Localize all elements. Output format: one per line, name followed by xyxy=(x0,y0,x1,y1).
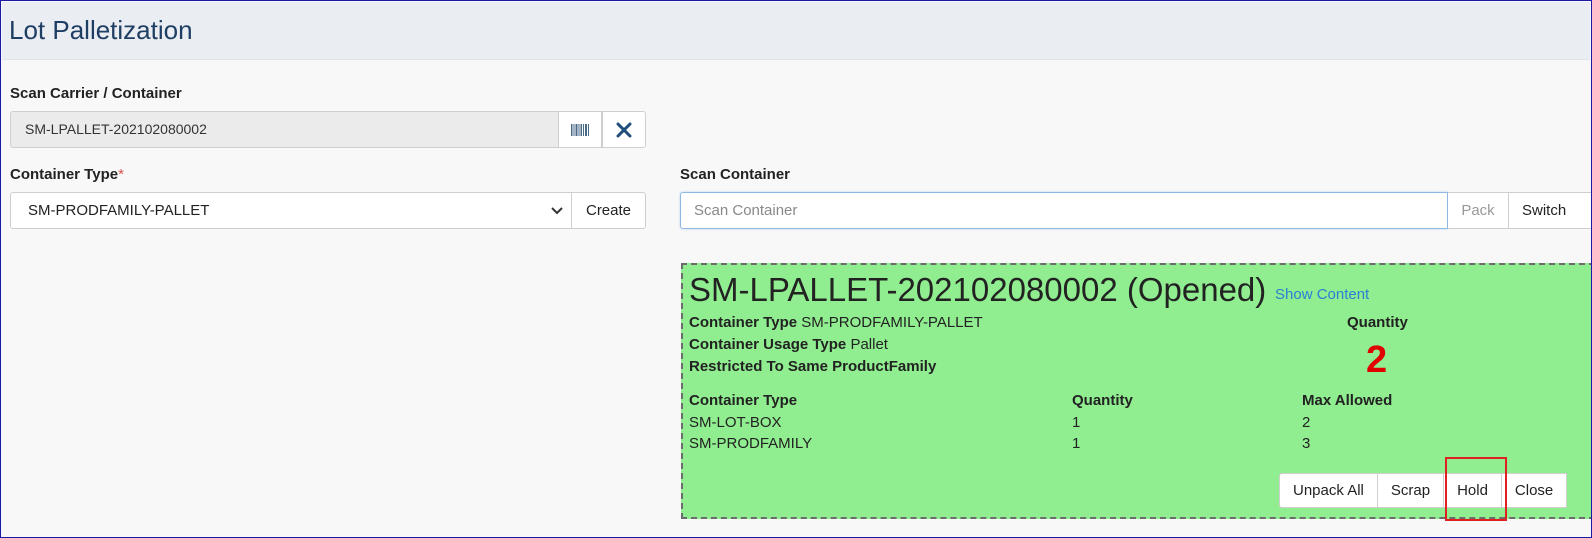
table-cell: 3 xyxy=(1302,435,1311,452)
hold-highlight-box xyxy=(1445,457,1507,521)
info-usage-type-value: Pallet xyxy=(850,336,888,353)
table-cell: 1 xyxy=(1072,414,1081,431)
carrier-label: Scan Carrier / Container xyxy=(10,85,182,102)
info-usage-type: Container Usage Type Pallet xyxy=(689,336,888,353)
required-mark: * xyxy=(118,166,124,183)
chevron-down-icon xyxy=(551,193,563,228)
page-header: Lot Palletization xyxy=(2,2,1590,60)
info-usage-type-label: Container Usage Type xyxy=(689,336,847,353)
table-cell: SM-LOT-BOX xyxy=(689,414,782,431)
container-actions: Unpack All Scrap Hold Close xyxy=(1279,473,1568,508)
scan-container-input[interactable]: Scan Container xyxy=(680,192,1448,229)
info-container-type-value: SM-PRODFAMILY-PALLET xyxy=(801,314,983,331)
barcode-button[interactable] xyxy=(559,111,602,148)
info-restriction-text: Restricted To Same ProductFamily xyxy=(689,358,937,375)
info-container-type-label: Container Type xyxy=(689,314,798,331)
container-type-select[interactable]: SM-PRODFAMILY-PALLET xyxy=(10,192,572,229)
table-cell: SM-PRODFAMILY xyxy=(689,435,813,452)
show-content-link[interactable]: Show Content xyxy=(1275,286,1369,303)
container-type-label: Container Type* xyxy=(10,166,124,183)
table-header-max-allowed: Max Allowed xyxy=(1302,392,1393,409)
container-type-selected: SM-PRODFAMILY-PALLET xyxy=(28,202,210,219)
barcode-icon xyxy=(571,123,589,136)
scrap-button[interactable]: Scrap xyxy=(1376,473,1445,508)
table-cell: 1 xyxy=(1072,435,1081,452)
unpack-all-button[interactable]: Unpack All xyxy=(1279,473,1378,508)
clear-carrier-button[interactable] xyxy=(602,111,646,148)
info-container-type: Container Type SM-PRODFAMILY-PALLET xyxy=(689,314,983,331)
container-title: SM-LPALLET-202102080002 (Opened) xyxy=(689,271,1267,308)
table-cell: 2 xyxy=(1302,414,1311,431)
carrier-input[interactable]: SM-LPALLET-202102080002 xyxy=(10,111,559,148)
app-window: Lot Palletization Scan Carrier / Contain… xyxy=(0,0,1592,538)
table-header-container-type: Container Type xyxy=(689,392,798,409)
quantity-label: Quantity xyxy=(1347,314,1408,331)
close-icon xyxy=(616,122,632,137)
quantity-value: 2 xyxy=(1366,339,1388,381)
close-button[interactable]: Close xyxy=(1500,473,1568,508)
container-type-label-text: Container Type xyxy=(10,166,119,183)
page-title: Lot Palletization xyxy=(9,15,193,45)
table-header-quantity: Quantity xyxy=(1072,392,1133,409)
pack-button[interactable]: Pack xyxy=(1448,192,1509,229)
switch-button[interactable]: Switch xyxy=(1509,192,1591,229)
info-restriction: Restricted To Same ProductFamily xyxy=(689,358,936,375)
scan-container-label: Scan Container xyxy=(680,166,791,183)
create-button[interactable]: Create xyxy=(571,192,646,229)
